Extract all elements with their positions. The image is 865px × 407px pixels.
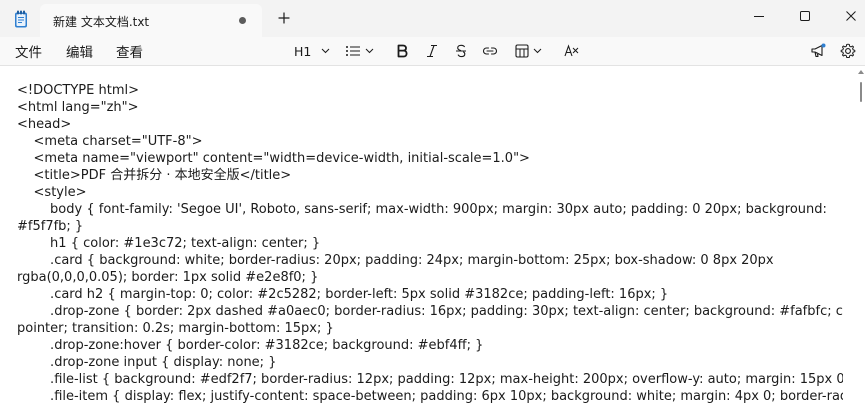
title-bar: 新建 文本文档.txt: [0, 0, 865, 37]
menu-file[interactable]: 文件: [15, 41, 42, 61]
new-tab-button[interactable]: [276, 10, 292, 26]
gear-icon: [840, 43, 856, 58]
editor-line[interactable]: .drop-zone:hover { border-color: #3182ce…: [17, 337, 843, 354]
text-editor[interactable]: <!DOCTYPE html> <html lang="zh"> <head> <m…: [0, 66, 865, 407]
heading-dropdown[interactable]: H1: [294, 40, 330, 62]
editor-line[interactable]: .file-list { background: #edf2f7; border…: [17, 371, 843, 388]
scroll-thumb[interactable]: [860, 82, 862, 102]
list-icon: [346, 46, 360, 56]
italic-button[interactable]: [426, 40, 438, 62]
editor-line[interactable]: .drop-zone input { display: none; }: [17, 354, 843, 371]
megaphone-icon: [811, 43, 826, 58]
notepad-window: 新建 文本文档.txt 文件 编辑 查看 H1 <!DOCTYPE html> …: [0, 0, 865, 407]
editor-line[interactable]: <meta name="viewport" content="width=dev…: [17, 150, 843, 167]
list-dropdown[interactable]: [345, 40, 374, 62]
editor-line[interactable]: <title>PDF 合并拆分 · 本地安全版</title>: [17, 167, 843, 184]
scroll-up-arrow-icon[interactable]: [858, 70, 864, 74]
clear-format-icon: [564, 44, 579, 57]
editor-line[interactable]: body { font-family: 'Segoe UI', Roboto, …: [17, 201, 843, 218]
chevron-down-icon: [365, 48, 374, 54]
maximize-icon: [800, 11, 810, 21]
notepad-app-icon: [14, 10, 28, 28]
strikethrough-icon: [456, 44, 466, 58]
editor-line[interactable]: #f5f7fb; }: [17, 218, 843, 235]
menu-view[interactable]: 查看: [116, 41, 143, 61]
settings-button[interactable]: [840, 40, 856, 62]
minimize-icon: [754, 16, 764, 17]
editor-line[interactable]: .card { background: white; border-radius…: [17, 252, 843, 269]
bold-button[interactable]: [396, 40, 408, 62]
editor-content[interactable]: <!DOCTYPE html> <html lang="zh"> <head> <m…: [17, 82, 843, 405]
menu-toolbar: 文件 编辑 查看 H1: [0, 37, 865, 66]
strikethrough-button[interactable]: [455, 40, 467, 62]
tab-title: 新建 文本文档.txt: [53, 15, 150, 29]
tab-document[interactable]: 新建 文本文档.txt: [40, 4, 262, 37]
chevron-down-icon: [322, 48, 330, 54]
editor-line[interactable]: <html lang="zh">: [17, 99, 843, 116]
plus-icon: [278, 12, 290, 24]
close-icon: [846, 11, 856, 21]
vertical-scrollbar[interactable]: [858, 66, 864, 407]
unsaved-dot-icon[interactable]: [239, 17, 246, 24]
editor-line[interactable]: .card h2 { margin-top: 0; color: #2c5282…: [17, 286, 843, 303]
editor-line[interactable]: h1 { color: #1e3c72; text-align: center;…: [17, 235, 843, 252]
editor-line[interactable]: pointer; transition: 0.2s; margin-bottom…: [17, 320, 843, 337]
minimize-button[interactable]: [747, 6, 771, 26]
clear-format-button[interactable]: [564, 40, 580, 62]
maximize-button[interactable]: [793, 6, 817, 26]
bold-icon: [397, 44, 408, 58]
editor-line[interactable]: <head>: [17, 116, 843, 133]
italic-icon: [427, 44, 437, 58]
editor-line[interactable]: rgba(0,0,0,0.05); border: 1px solid #e2e…: [17, 269, 843, 286]
editor-line[interactable]: .file-item { display: flex; justify-cont…: [17, 388, 843, 405]
heading-label: H1: [294, 43, 312, 59]
close-button[interactable]: [839, 6, 863, 26]
chevron-down-icon: [533, 48, 542, 54]
copilot-button[interactable]: [810, 40, 826, 62]
editor-line[interactable]: .drop-zone { border: 2px dashed #a0aec0;…: [17, 303, 843, 320]
editor-line[interactable]: <style>: [17, 184, 843, 201]
link-icon: [482, 47, 498, 55]
table-dropdown[interactable]: [515, 40, 542, 62]
table-icon: [515, 44, 529, 58]
link-button[interactable]: [482, 40, 498, 62]
menu-edit[interactable]: 编辑: [66, 41, 93, 61]
editor-line[interactable]: <!DOCTYPE html>: [17, 82, 843, 99]
editor-line[interactable]: <meta charset="UTF-8">: [17, 133, 843, 150]
